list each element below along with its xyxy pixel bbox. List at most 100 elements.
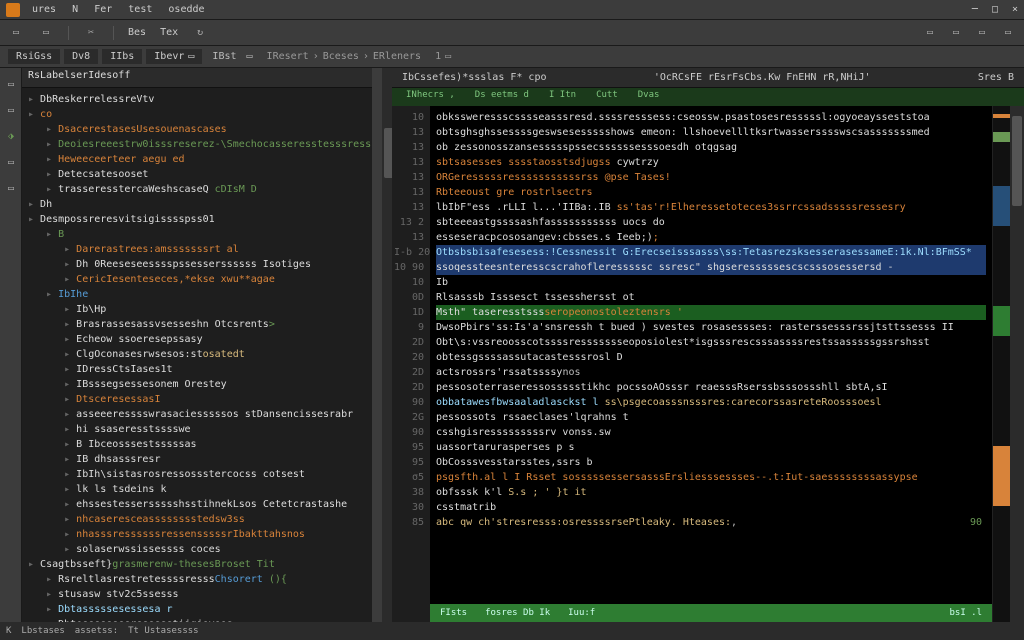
minimize-icon[interactable]: ─ [972,4,978,15]
crumb-1[interactable]: IResert [267,51,309,62]
tab-4[interactable]: Ibevr▭ [146,49,202,64]
code-line[interactable]: csstmatrib [436,500,986,515]
toolbar-btn-1[interactable]: ▭ [8,25,24,41]
toolbar-right-1-icon[interactable]: ▭ [922,25,938,41]
tree-row[interactable]: ▸ DtsceresessasI [28,392,366,407]
tree-row[interactable]: ▸ CericIesenteseces,*ekse xwu**agae [28,272,366,287]
code-line[interactable]: actsrossrs'rssatssssynos [436,365,986,380]
tree-row[interactable]: ▸ DbReskerrelessreVtv [28,92,366,107]
activity-debug-icon[interactable]: ▭ [3,154,19,170]
editor-scroll[interactable] [1010,106,1024,622]
code-line[interactable]: obfsssk k'l S.s ; ' }t it [436,485,986,500]
tree-row[interactable]: ▸ IDressCtsIases1t [28,362,366,377]
code-line[interactable]: lbIbF"ess .rLLI l...'IIBa:.IB ss'tas'r!E… [436,200,986,215]
activity-scm-icon[interactable]: ⬗ [3,128,19,144]
tree-row[interactable]: ▸ Deoiesreeestrw0isssreserez-\Smechocass… [28,137,366,152]
tree-row[interactable]: ▸ B [28,227,366,242]
code-line[interactable]: obbatawesfbwsaaladlasckst l ss\psgecoass… [436,395,986,410]
activity-explorer-icon[interactable]: ▭ [3,76,19,92]
etab-4[interactable]: Cutt [596,90,618,104]
tree-row[interactable]: ▸ lk ls tsdeins k [28,482,366,497]
crumb-icon[interactable]: ▭ [445,51,451,62]
tree-row[interactable]: ▸ Csagtbsseft}grasmerenw-thesesBroset Ti… [28,557,366,572]
close-icon[interactable]: × [1012,4,1018,15]
code-line[interactable]: psgsfth.al l I Rsset sosssssessersasssEr… [436,470,986,485]
code-line[interactable]: sbtsasesses sssstaosstsdjugss cywtrzy [436,155,986,170]
toolbar-btn-2[interactable]: ▭ [38,25,54,41]
tree-row[interactable]: ▸ IBsssegsessesonem Orestey [28,377,366,392]
tree-row[interactable]: ▸ asseeeresssswrasaciesssssos stDansenci… [28,407,366,422]
code-line[interactable]: pessossots rssaeclases'lqrahns t [436,410,986,425]
code-line[interactable]: ObCosssvesstarsstes,ssrs b [436,455,986,470]
tree-row[interactable]: ▸ nhcaseresceasssssssstedsw3ss [28,512,366,527]
tree-row[interactable]: ▸ Dbtasssssesessesa r [28,602,366,617]
tree-row[interactable]: ▸ nhasssressssssressensssssrIbakttahsnos [28,527,366,542]
tree-row[interactable]: ▸ Echeow ssoeresepssasy [28,332,366,347]
estatus-2[interactable]: fosres Db Ik [485,606,550,621]
toolbar-refresh-icon[interactable]: ↻ [192,25,208,41]
toolbar-right-3-icon[interactable]: ▭ [974,25,990,41]
estatus-3[interactable]: Iuu:f [568,606,595,621]
tree-row[interactable]: ▸ solaserwssissessss coces [28,542,366,557]
tree-row[interactable]: ▸ co [28,107,366,122]
editor[interactable]: 1013131313131313 213I-b 2010 90100D 1D92… [392,106,1024,622]
code-line[interactable]: csshgisresssssssssrv vonss.sw [436,425,986,440]
code-area[interactable]: obkssweressscsssseasssresd.ssssresssess:… [430,106,992,622]
crumb-2[interactable]: Bceses [323,51,359,62]
etab-2[interactable]: Ds eetms d [475,90,529,104]
menu-extra[interactable]: osedde [168,4,204,15]
status-3[interactable]: Tt Ustasessss [128,626,198,636]
tree-row[interactable]: ▸ stusasw stv2c5ssesss [28,587,366,602]
tree-row[interactable]: ▸ trasseresstercaWeshscaseQ cDIsM D [28,182,366,197]
code-line[interactable]: Msth" taseresstsssseropeonostoleztensrs … [436,305,986,320]
code-line[interactable]: sbteeeastgssssashfasssssssssss uocs do [436,215,986,230]
code-line[interactable]: ORGeresssssresssssssssssrss @pse Tases! [436,170,986,185]
toolbar-right-2-icon[interactable]: ▭ [948,25,964,41]
menu-file[interactable]: ures [32,4,56,15]
crumb-3[interactable]: ERleners [373,51,421,62]
tree-row[interactable]: ▸ hi ssaseresstsssswe [28,422,366,437]
tree-row[interactable]: ▸ DsacerestasesUsesouenascases [28,122,366,137]
code-line[interactable]: Obt\s:vssreoosscotssssressssssseoposiole… [436,335,986,350]
tree-row[interactable]: ▸ ClgOconasesrwsesos:stosatedt [28,347,366,362]
estatus-1[interactable]: FIsts [440,606,467,621]
tree-row[interactable]: ▸ Dh [28,197,366,212]
tree-row[interactable]: ▸ Darerastrees:amsssssssrt al [28,242,366,257]
code-line[interactable]: uassortarurasperses p s [436,440,986,455]
maximize-icon[interactable]: □ [992,4,998,15]
estatus-r1[interactable]: bsI .l [949,606,982,621]
etab-3[interactable]: I Itn [549,90,576,104]
code-line[interactable]: Otbsbsbisafesesess:!Cessnessit G:Erecsei… [436,245,986,260]
code-line[interactable]: DwsoPbirs'ss:Is'a'snsressh t bued ) sves… [436,320,986,335]
code-line[interactable]: Rbteeoust gre rostrlsectrs [436,185,986,200]
minimap[interactable] [992,106,1010,622]
tree-row[interactable]: ▸ Heweeceerteer aegu ed [28,152,366,167]
tab-1[interactable]: RsiGss [8,49,60,64]
etab-5[interactable]: Dvas [638,90,660,104]
code-line[interactable]: esseseracpcososangev:cbsses.s Ieeb;); [436,230,986,245]
tab-3[interactable]: IIbs [102,49,142,64]
code-line[interactable]: obtessgssssassutacastesssrosl D [436,350,986,365]
tree-row[interactable]: ▸ IB dhsasssresr [28,452,366,467]
code-line[interactable]: Rlsasssb Isssesct tssesshersst ot [436,290,986,305]
code-line[interactable]: pessosoterraseressossssstikhc pocssoAOss… [436,380,986,395]
menu-view[interactable]: test [128,4,152,15]
tree-row[interactable]: ▸ B Ibceosssestsssssas [28,437,366,452]
toolbar-right-4-icon[interactable]: ▭ [1000,25,1016,41]
status-1[interactable]: Lbstases [21,626,64,636]
activity-ext-icon[interactable]: ▭ [3,180,19,196]
status-2[interactable]: assetss: [75,626,118,636]
tree-row[interactable]: ▸ RsreltlasrestretessssresssChsorert (){ [28,572,366,587]
code-line[interactable]: ssoqessteesnteresscscrahofleresssssc ssr… [436,260,986,275]
splitter[interactable] [372,68,382,622]
toolbar-label-1[interactable]: Bes [128,27,146,38]
tree-row[interactable]: ▸ IbIhe [28,287,366,302]
etab-1[interactable]: INhecrs , [406,90,455,104]
activity-search-icon[interactable]: ▭ [3,102,19,118]
toolbar-label-2[interactable]: Tex [160,27,178,38]
tree-row[interactable]: ▸ Ib\Hp [28,302,366,317]
tree-row[interactable]: ▸ Desmpossreresvitsigisssspss01 [28,212,366,227]
code-line[interactable]: ob zessonosszansessssspssecssssssesssoes… [436,140,986,155]
menu-edit[interactable]: Fer [94,4,112,15]
code-line[interactable]: Ib [436,275,986,290]
